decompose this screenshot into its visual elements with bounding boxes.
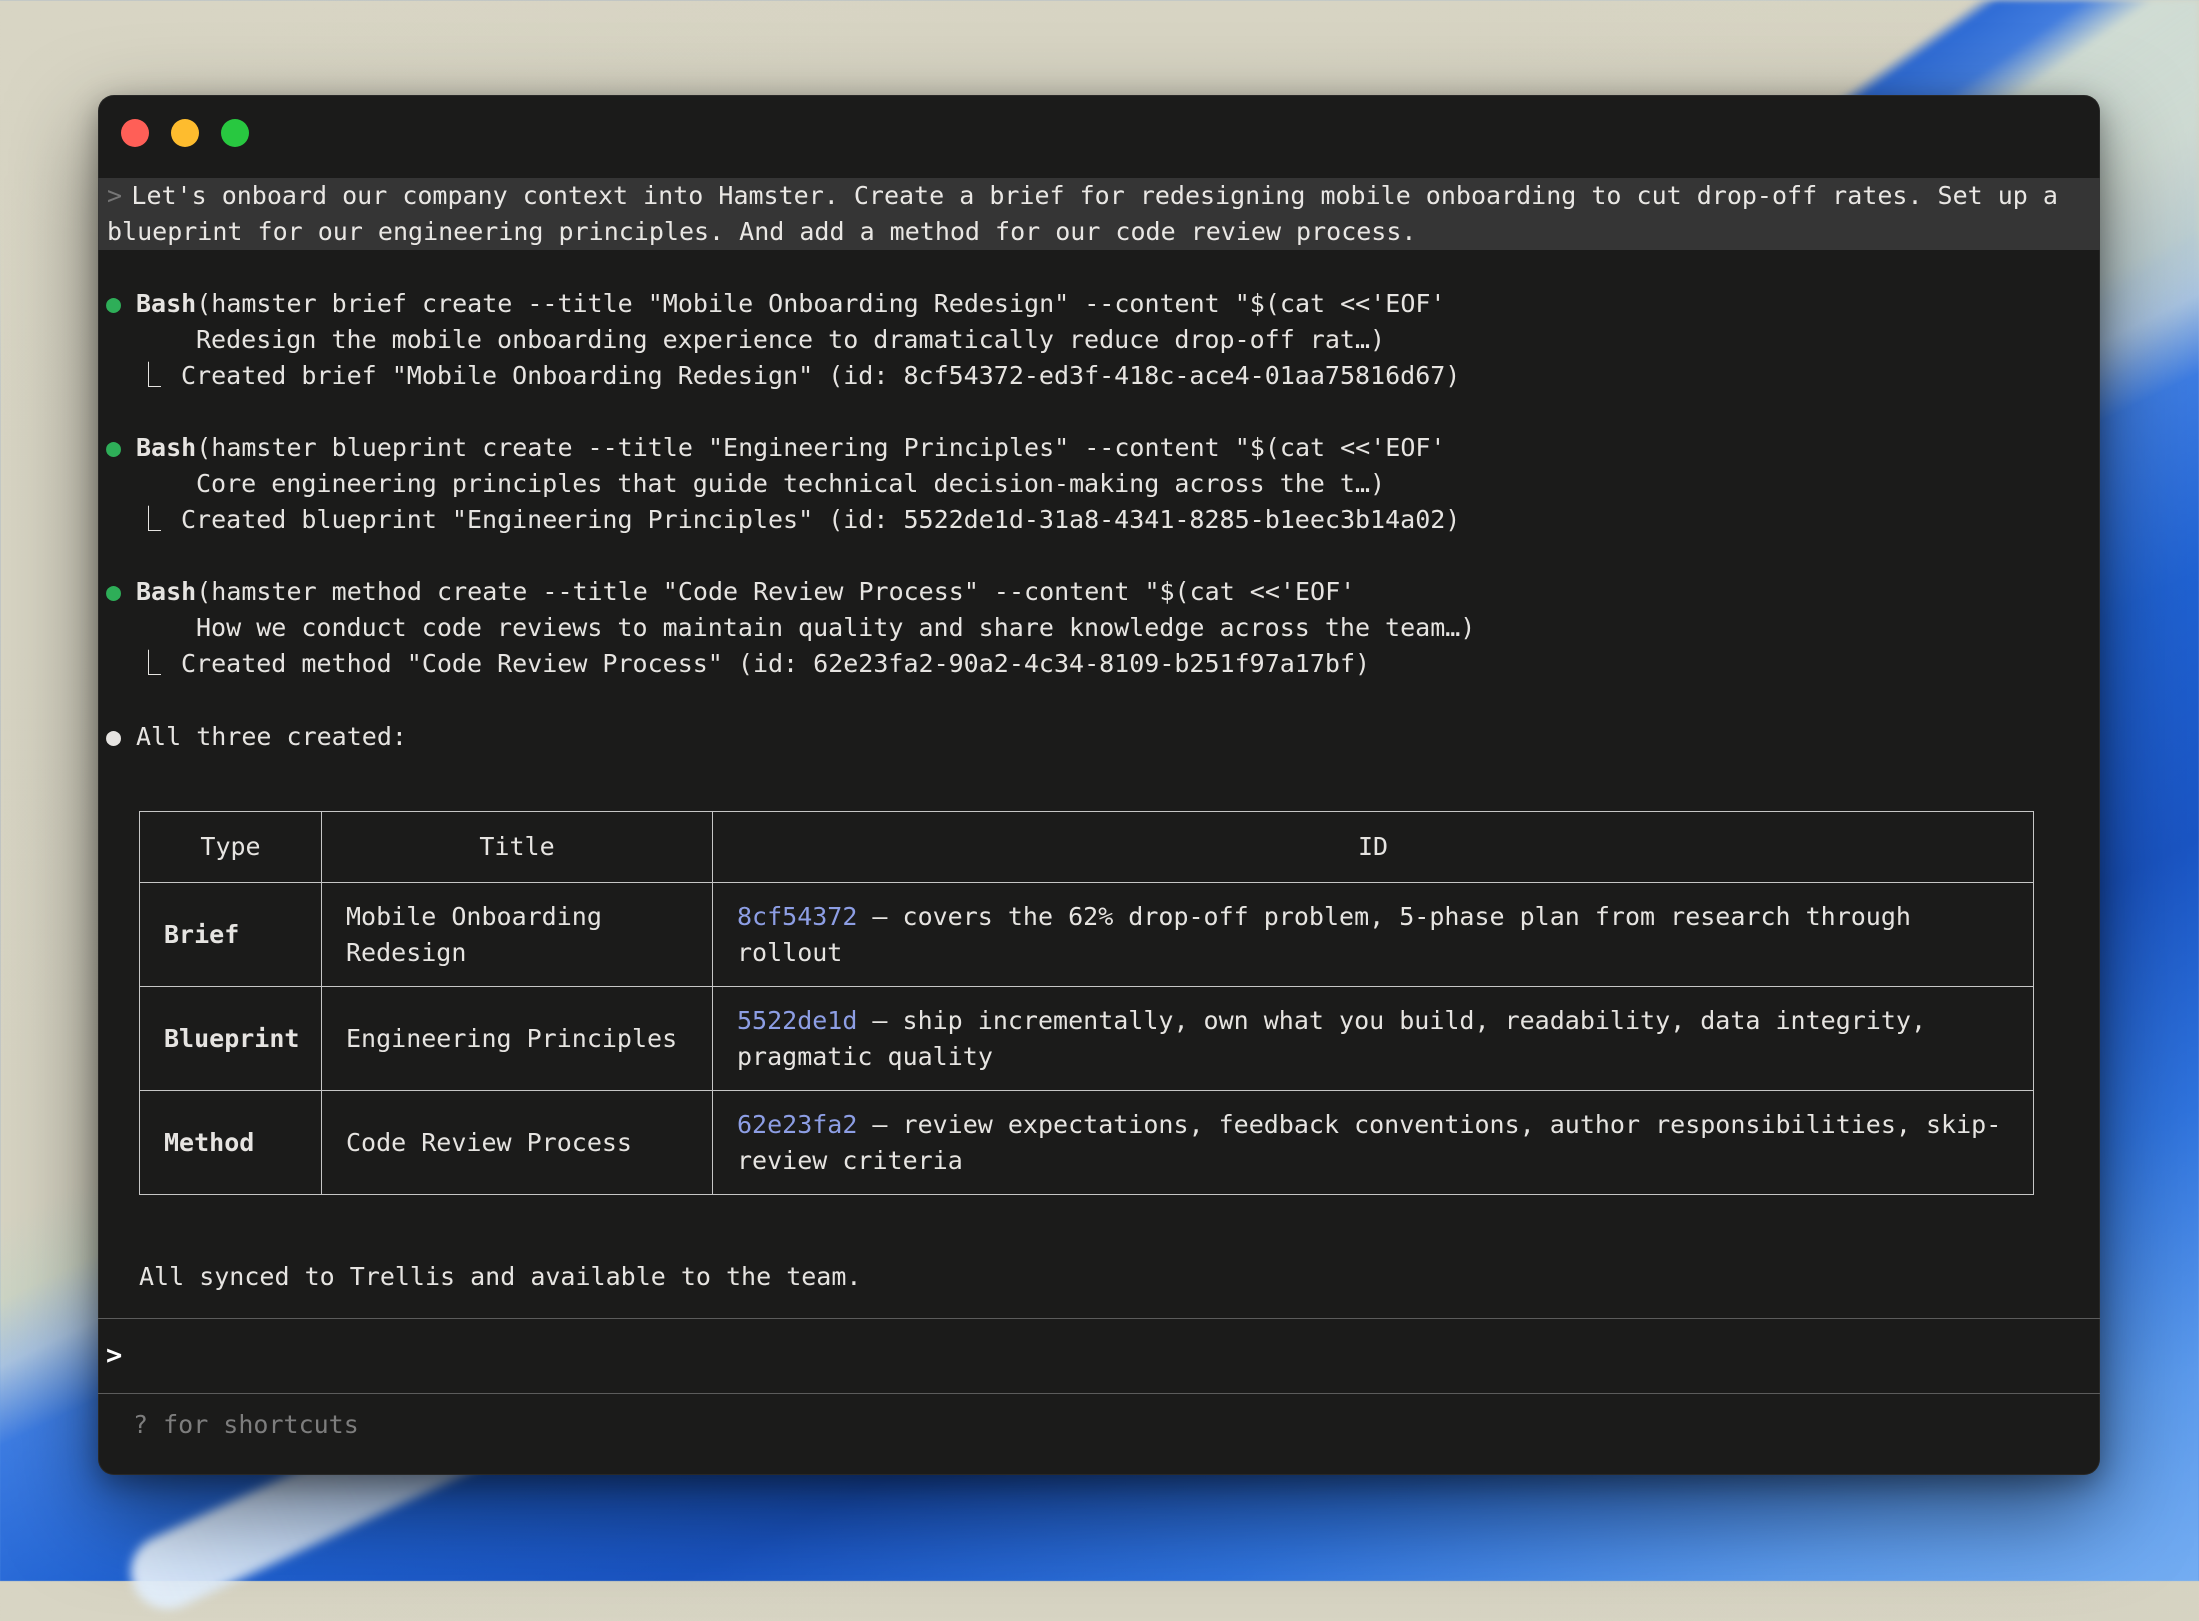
tool-command-args: (hamster method create --title "Code Rev… (196, 577, 1355, 606)
close-button[interactable] (121, 119, 149, 147)
cell-title: Mobile Onboarding Redesign (322, 883, 713, 987)
result-elbow-icon: ⎿ (136, 358, 181, 394)
sync-note: All synced to Trellis and available to t… (98, 1259, 2100, 1295)
chat-input[interactable]: > (98, 1318, 2100, 1394)
tool-command: Bash(hamster brief create --title "Mobil… (136, 286, 1445, 322)
tool-name: Bash (136, 433, 196, 462)
tool-command-args: (hamster brief create --title "Mobile On… (196, 289, 1445, 318)
tool-command-args: (hamster blueprint create --title "Engin… (196, 433, 1445, 462)
column-header-type: Type (140, 812, 322, 883)
item-description: — ship incrementally, own what you build… (737, 1006, 1926, 1071)
cell-id: 62e23fa2— review expectations, feedback … (713, 1091, 2034, 1195)
column-header-title: Title (322, 812, 713, 883)
user-message: >Let's onboard our company context into … (98, 178, 2100, 250)
tool-result: Created method "Code Review Process" (id… (181, 646, 1370, 682)
cell-title: Engineering Principles (322, 987, 713, 1091)
input-prompt-icon: > (106, 1338, 122, 1374)
cell-type: Method (140, 1091, 322, 1195)
tool-event-brief: ● Bash(hamster brief create --title "Mob… (98, 286, 2100, 394)
item-id: 8cf54372 (737, 902, 857, 931)
tool-event-method: ● Bash(hamster method create --title "Co… (98, 574, 2100, 682)
table-row: Blueprint Engineering Principles 5522de1… (140, 987, 2034, 1091)
tool-status-bullet-icon: ● (106, 430, 136, 466)
zoom-button[interactable] (221, 119, 249, 147)
column-header-id: ID (713, 812, 2034, 883)
assistant-summary-text: All three created: (136, 719, 407, 755)
tool-result: Created blueprint "Engineering Principle… (181, 502, 1460, 538)
tool-command: Bash(hamster method create --title "Code… (136, 574, 1355, 610)
assistant-bullet-icon: ● (106, 719, 136, 755)
window-titlebar[interactable] (98, 95, 2100, 178)
tool-status-bullet-icon: ● (106, 286, 136, 322)
item-description: — review expectations, feedback conventi… (737, 1110, 2001, 1175)
table-row: Method Code Review Process 62e23fa2— rev… (140, 1091, 2034, 1195)
minimize-button[interactable] (171, 119, 199, 147)
result-elbow-icon: ⎿ (136, 502, 181, 538)
terminal-output: ● Bash(hamster brief create --title "Mob… (98, 286, 2100, 1295)
item-description: — covers the 62% drop-off problem, 5-pha… (737, 902, 1911, 967)
tool-command-continuation: Redesign the mobile onboarding experienc… (98, 322, 2100, 358)
tool-name: Bash (136, 289, 196, 318)
item-id: 5522de1d (737, 1006, 857, 1035)
created-items-table: Type Title ID Brief Mobile Onboarding Re… (139, 811, 2034, 1195)
tool-event-blueprint: ● Bash(hamster blueprint create --title … (98, 430, 2100, 538)
result-elbow-icon: ⎿ (136, 646, 181, 682)
cell-type: Brief (140, 883, 322, 987)
user-message-text: Let's onboard our company context into H… (107, 181, 2058, 246)
tool-name: Bash (136, 577, 196, 606)
user-prompt-prefix: > (107, 181, 122, 210)
terminal-window: >Let's onboard our company context into … (98, 95, 2100, 1475)
tool-command-continuation: Core engineering principles that guide t… (98, 466, 2100, 502)
shortcuts-hint: ? for shortcuts (133, 1407, 359, 1443)
cell-type: Blueprint (140, 987, 322, 1091)
tool-result: Created brief "Mobile Onboarding Redesig… (181, 358, 1460, 394)
tool-status-bullet-icon: ● (106, 574, 136, 610)
tool-command-continuation: How we conduct code reviews to maintain … (98, 610, 2100, 646)
cell-id: 5522de1d— ship incrementally, own what y… (713, 987, 2034, 1091)
tool-command: Bash(hamster blueprint create --title "E… (136, 430, 1445, 466)
item-id: 62e23fa2 (737, 1110, 857, 1139)
table-header-row: Type Title ID (140, 812, 2034, 883)
cell-id: 8cf54372— covers the 62% drop-off proble… (713, 883, 2034, 987)
table-row: Brief Mobile Onboarding Redesign 8cf5437… (140, 883, 2034, 987)
cell-title: Code Review Process (322, 1091, 713, 1195)
assistant-summary-line: ● All three created: (98, 719, 2100, 755)
